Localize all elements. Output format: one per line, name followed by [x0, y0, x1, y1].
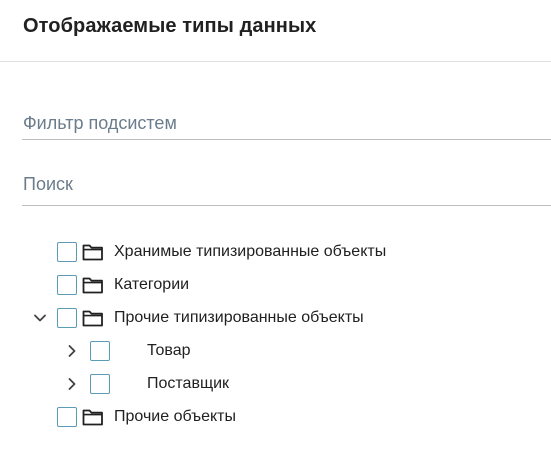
tree-node-checkbox[interactable] — [57, 407, 77, 427]
tree-node-checkbox[interactable] — [90, 374, 110, 394]
tree-node-label: Категории — [114, 276, 190, 293]
search-field[interactable] — [22, 169, 551, 206]
dialog-header: Отображаемые типы данных — [0, 0, 551, 62]
folder-icon — [82, 408, 104, 426]
tree-node-label: Хранимые типизированные объекты — [114, 243, 387, 260]
tree-node-label: Товар — [147, 342, 191, 359]
folder-icon — [82, 309, 104, 327]
tree-node-label: Прочие объекты — [114, 408, 236, 425]
search-input[interactable] — [22, 169, 551, 199]
tree-node-categories[interactable]: Категории — [0, 269, 551, 302]
subsystem-filter-field[interactable] — [22, 108, 551, 140]
tree-node-other-objects[interactable]: Прочие объекты — [0, 401, 551, 434]
folder-icon — [82, 243, 104, 261]
tree-node-label: Прочие типизированные объекты — [114, 309, 364, 326]
tree-node-checkbox[interactable] — [90, 341, 110, 361]
chevron-down-icon[interactable] — [32, 310, 48, 326]
tree-node-supplier[interactable]: Поставщик — [0, 368, 551, 401]
tree-node-product[interactable]: Товар — [0, 335, 551, 368]
tree-node-checkbox[interactable] — [57, 275, 77, 295]
chevron-right-icon[interactable] — [64, 376, 80, 392]
tree-node-other-typed-objects[interactable]: Прочие типизированные объекты — [0, 302, 551, 335]
tree-node-stored-typed-objects[interactable]: Хранимые типизированные объекты — [0, 236, 551, 269]
folder-icon — [82, 276, 104, 294]
tree-node-label: Поставщик — [147, 375, 230, 392]
tree-node-checkbox[interactable] — [57, 242, 77, 262]
chevron-right-icon[interactable] — [64, 343, 80, 359]
page-title: Отображаемые типы данных — [23, 15, 317, 37]
subsystem-filter-input[interactable] — [22, 108, 551, 138]
tree-node-checkbox[interactable] — [57, 308, 77, 328]
